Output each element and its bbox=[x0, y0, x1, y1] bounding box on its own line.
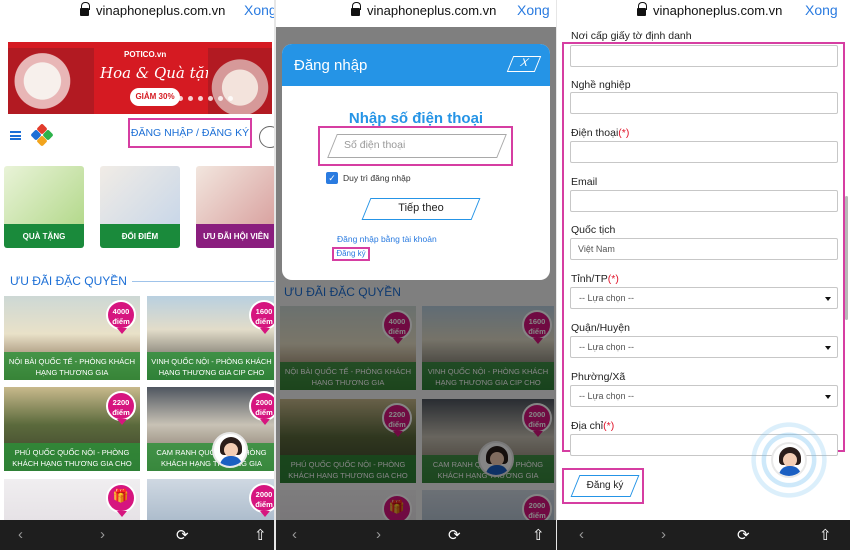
modal-header: Đăng nhập X bbox=[282, 44, 550, 86]
field-label: Quốc tịch bbox=[571, 224, 616, 236]
points-badge: 2000 điểm bbox=[249, 391, 276, 425]
forward-icon[interactable]: › bbox=[661, 526, 666, 543]
field-label: Tỉnh/TP(*) bbox=[571, 273, 619, 285]
section-divider bbox=[132, 281, 276, 282]
browser-bottom-bar: ‹ › ⟳ ⇧ bbox=[0, 520, 276, 550]
browser-top-bar: vinaphoneplus.com.vn Xong bbox=[557, 0, 850, 27]
forward-icon[interactable]: › bbox=[376, 526, 381, 543]
offer-caption: NỘI BÀI QUỐC TẾ - PHÒNG KHÁCH HẠNG THƯƠN… bbox=[4, 352, 140, 380]
phone-hand-image bbox=[100, 166, 180, 224]
done-button[interactable]: Xong bbox=[517, 2, 550, 18]
points-badge: 2000 điểm bbox=[249, 483, 276, 517]
close-icon[interactable]: X bbox=[506, 56, 542, 72]
url-text[interactable]: vinaphoneplus.com.vn bbox=[96, 3, 225, 18]
register-button-label[interactable]: Đăng ký bbox=[575, 480, 635, 491]
done-button[interactable]: Xong bbox=[805, 2, 838, 18]
lock-icon bbox=[637, 2, 647, 16]
tile-gifts[interactable]: QUÀ TẶNG bbox=[4, 166, 84, 248]
tile-redeem-points[interactable]: ĐỔI ĐIỂM bbox=[100, 166, 180, 248]
carousel-dots[interactable] bbox=[178, 96, 233, 101]
field-label: Quận/Huyện bbox=[571, 322, 630, 334]
province-select[interactable]: -- Lựa chọn -- bbox=[570, 287, 838, 309]
register-link[interactable]: Đăng ký bbox=[332, 247, 370, 261]
remember-label: Duy trì đăng nhập bbox=[343, 173, 411, 183]
membership-card-image bbox=[196, 166, 276, 224]
next-button-label[interactable]: Tiếp theo bbox=[366, 202, 476, 214]
share-icon[interactable]: ⇧ bbox=[254, 526, 267, 544]
phone-input[interactable] bbox=[570, 141, 838, 163]
flower-basket-image bbox=[8, 48, 94, 114]
points-badge: 2200 điểm bbox=[106, 391, 136, 425]
field-label: Email bbox=[571, 176, 598, 188]
tile-label: ƯU ĐÃI HỘI VIÊN bbox=[196, 224, 276, 248]
browser-bottom-bar: ‹ › ⟳ ⇧ bbox=[557, 520, 850, 550]
gift-card-image bbox=[4, 166, 84, 224]
points-badge: 4000 điểm bbox=[106, 300, 136, 334]
phone-placeholder: Số điện thoại bbox=[344, 139, 406, 151]
offer-card[interactable]: 1600 điểm VINH QUỐC NỘI - PHÒNG KHÁCH HẠN… bbox=[147, 296, 276, 380]
offer-card[interactable]: 2000điểm CAM RANH QUỐC TẾ - PHÒNG KHÁCH … bbox=[147, 387, 276, 471]
browser-top-bar: vinaphoneplus.com.vn Xong bbox=[276, 0, 557, 27]
reload-icon[interactable]: ⟳ bbox=[176, 526, 189, 544]
field-label: Địa chỉ(*) bbox=[571, 420, 615, 432]
back-icon[interactable]: ‹ bbox=[292, 526, 297, 543]
offer-card[interactable]: 4000 điểm NỘI BÀI QUỐC TẾ - PHÒNG KHÁCH H… bbox=[4, 296, 140, 380]
vinaphone-logo[interactable] bbox=[30, 123, 54, 147]
modal-title: Đăng nhập bbox=[294, 57, 368, 74]
menu-icon[interactable] bbox=[10, 131, 21, 140]
banner-brand: POTICO.vn bbox=[124, 50, 167, 59]
url-text[interactable]: vinaphoneplus.com.vn bbox=[367, 3, 496, 18]
browser-top-bar: vinaphoneplus.com.vn Xong bbox=[0, 0, 276, 27]
home-screen: vinaphoneplus.com.vn Xong POTICO.vn Hoa … bbox=[0, 0, 276, 550]
chat-assistant-avatar[interactable] bbox=[771, 442, 807, 478]
remember-checkbox[interactable]: ✓ bbox=[326, 172, 338, 184]
promo-banner[interactable]: POTICO.vn Hoa & Quà tặng GIẢM 30% bbox=[8, 42, 272, 114]
back-icon[interactable]: ‹ bbox=[18, 526, 23, 543]
scrollbar[interactable] bbox=[845, 196, 848, 320]
offer-caption: PHÚ QUỐC QUỐC NỘI - PHÒNG KHÁCH HẠNG THƯ… bbox=[4, 443, 140, 471]
id-issuer-input[interactable] bbox=[570, 45, 838, 67]
chat-assistant-avatar[interactable] bbox=[212, 432, 248, 468]
offer-caption: VINH QUỐC NỘI - PHÒNG KHÁCH HẠNG THƯƠNG … bbox=[147, 352, 276, 380]
offer-card[interactable]: 2200 điểm PHÚ QUỐC QUỐC NỘI - PHÒNG KHÁCH… bbox=[4, 387, 140, 471]
reload-icon[interactable]: ⟳ bbox=[448, 526, 461, 544]
district-select[interactable]: -- Lựa chọn -- bbox=[570, 336, 838, 358]
done-button[interactable]: Xong bbox=[244, 2, 276, 18]
register-screen: vinaphoneplus.com.vn Xong Nơi cấp giấy t… bbox=[557, 0, 850, 550]
banner-title: Hoa & Quà tặng bbox=[100, 64, 224, 82]
tile-member-offers[interactable]: ƯU ĐÃI HỘI VIÊN bbox=[196, 166, 276, 248]
email-input[interactable] bbox=[570, 190, 838, 212]
share-icon[interactable]: ⇧ bbox=[532, 526, 545, 544]
tile-label: ĐỔI ĐIỂM bbox=[100, 224, 180, 248]
login-register-link[interactable]: ĐĂNG NHẬP / ĐĂNG KÝ bbox=[128, 118, 252, 148]
banner-sale-badge: GIẢM 30% bbox=[130, 88, 180, 106]
field-label: Nghề nghiệp bbox=[571, 79, 631, 91]
share-icon[interactable]: ⇧ bbox=[819, 526, 832, 544]
forward-icon[interactable]: › bbox=[100, 526, 105, 543]
lock-icon bbox=[80, 2, 90, 16]
phone-heading: Nhập số điện thoại bbox=[348, 110, 484, 127]
ward-select[interactable]: -- Lựa chọn -- bbox=[570, 385, 838, 407]
occupation-input[interactable] bbox=[570, 92, 838, 114]
back-icon[interactable]: ‹ bbox=[579, 526, 584, 543]
field-label: Điện thoại(*) bbox=[571, 127, 630, 139]
lock-icon bbox=[351, 2, 361, 16]
points-badge: 1600 điểm bbox=[249, 300, 276, 334]
gift-icon: 🎁 bbox=[106, 483, 136, 517]
flower-bouquet-image bbox=[208, 48, 272, 114]
section-title: ƯU ĐÃI ĐẶC QUYỀN bbox=[10, 274, 127, 288]
reload-icon[interactable]: ⟳ bbox=[737, 526, 750, 544]
login-modal: Đăng nhập X Nhập số điện thoại Số điện t… bbox=[282, 44, 550, 280]
nationality-value: Việt Nam bbox=[578, 244, 615, 254]
url-text[interactable]: vinaphoneplus.com.vn bbox=[653, 3, 782, 18]
account-login-link[interactable]: Đăng nhập bằng tài khoản bbox=[337, 234, 437, 244]
field-label: Phường/Xã bbox=[571, 371, 626, 383]
login-screen: vinaphoneplus.com.vn Xong ƯU ĐÃI ĐẶC QUY… bbox=[276, 0, 557, 550]
field-label: Nơi cấp giấy tờ định danh bbox=[571, 30, 692, 42]
browser-bottom-bar: ‹ › ⟳ ⇧ bbox=[276, 520, 557, 550]
tile-label: QUÀ TẶNG bbox=[4, 224, 84, 248]
